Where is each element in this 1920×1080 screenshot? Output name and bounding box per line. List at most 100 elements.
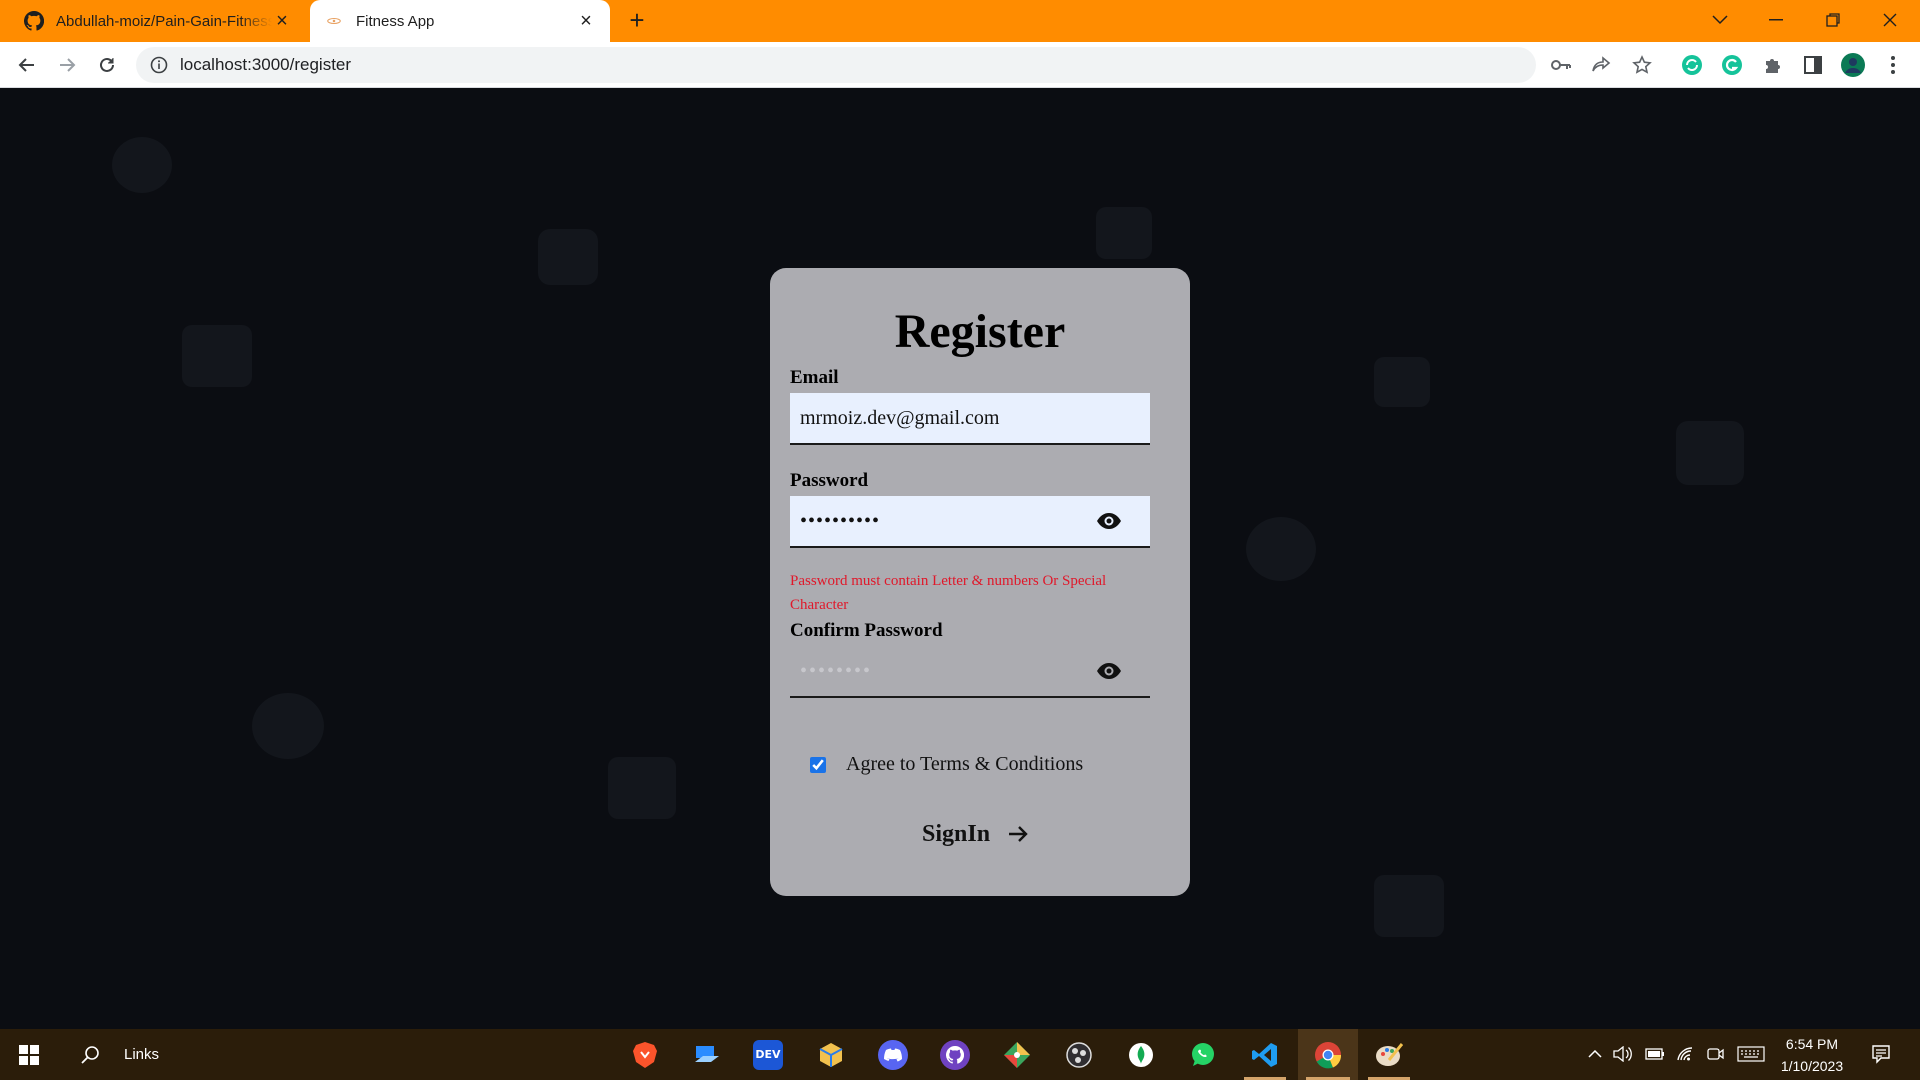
show-confirm-password-eye-icon[interactable] <box>1096 660 1122 682</box>
background-bubble <box>1246 517 1316 581</box>
arrow-right-icon <box>1009 826 1028 842</box>
back-icon[interactable] <box>12 50 42 80</box>
clock-date: 1/10/2023 <box>1780 1058 1844 1074</box>
taskbar-clock[interactable]: 6:54 PM 1/10/2023 <box>1772 1033 1852 1077</box>
obs-app[interactable] <box>1050 1029 1108 1080</box>
obs-icon <box>1064 1040 1094 1070</box>
tab-title: Abdullah-moiz/Pain-Gain-Fitness <box>56 12 272 30</box>
volume-icon[interactable] <box>1612 1043 1634 1065</box>
new-tab-icon[interactable]: + <box>624 7 650 34</box>
restore-icon[interactable] <box>1805 0 1861 40</box>
paint-app[interactable] <box>1360 1029 1418 1080</box>
mongodb-compass-icon <box>1126 1040 1156 1070</box>
wifi-icon[interactable] <box>1674 1043 1696 1065</box>
vscode-app[interactable] <box>1236 1029 1294 1080</box>
git-kraken-app[interactable] <box>988 1029 1046 1080</box>
tab-github[interactable]: Abdullah-moiz/Pain-Gain-Fitness × <box>10 0 306 42</box>
agree-terms-checkbox[interactable] <box>810 757 826 773</box>
register-card: Register Email Password Password must co… <box>770 268 1190 896</box>
password-error-message: Password must contain Letter & numbers O… <box>790 573 1107 613</box>
close-tab-icon[interactable]: × <box>576 10 596 32</box>
background-bubble <box>1096 207 1152 259</box>
windows-taskbar: Links DEV 6:54 PM 1/10/2023 <box>0 1029 1920 1080</box>
brave-app[interactable] <box>616 1029 674 1080</box>
background-bubble <box>1374 875 1444 937</box>
chrome-icon <box>1313 1040 1343 1070</box>
email-label: Email <box>790 367 839 388</box>
discord-app[interactable] <box>864 1029 922 1080</box>
minimize-icon[interactable] <box>1748 0 1804 40</box>
agree-terms-label: Agree to Terms & Conditions <box>846 753 1084 775</box>
cube-app[interactable] <box>802 1029 860 1080</box>
confirm-password-label: Confirm Password <box>790 620 943 641</box>
show-hidden-icons-icon[interactable] <box>1584 1043 1606 1065</box>
tab-fitness-app[interactable]: Fitness App × <box>310 0 610 42</box>
discord-icon <box>878 1039 908 1070</box>
background-bubble <box>1374 357 1430 407</box>
background-bubble <box>112 137 172 193</box>
notifications-icon[interactable] <box>1870 1043 1892 1065</box>
search-button[interactable] <box>70 1029 110 1080</box>
extensions-puzzle-icon[interactable] <box>1760 52 1786 78</box>
tab-title: Fitness App <box>356 12 435 30</box>
email-field-wrapper <box>790 393 1150 445</box>
browser-tab-strip: Abdullah-moiz/Pain-Gain-Fitness × Fitnes… <box>0 0 1920 42</box>
vscode-icon <box>1250 1040 1280 1070</box>
clock-time: 6:54 PM <box>1785 1036 1839 1052</box>
tab-search-icon[interactable] <box>1692 0 1748 40</box>
whatsapp-icon <box>1188 1040 1218 1070</box>
taskbar-links-label[interactable]: Links <box>124 1029 159 1080</box>
cube-app-icon <box>816 1040 846 1070</box>
file-explorer-icon <box>692 1040 722 1070</box>
mongodb-compass-app[interactable] <box>1112 1029 1170 1080</box>
share-icon[interactable] <box>1588 52 1614 78</box>
react-icon <box>324 11 344 31</box>
windows-logo-icon <box>19 1044 39 1065</box>
dev-icon-text: DEV <box>755 1048 781 1061</box>
whatsapp-app[interactable] <box>1174 1029 1232 1080</box>
dev-community-app[interactable]: DEV <box>739 1029 797 1080</box>
brave-icon <box>630 1040 660 1070</box>
confirm-password-field-wrapper <box>790 646 1150 698</box>
meet-now-icon[interactable] <box>1704 1043 1726 1065</box>
email-field[interactable] <box>790 393 1150 443</box>
file-explorer-app[interactable] <box>678 1029 736 1080</box>
more-menu-icon[interactable] <box>1880 52 1906 78</box>
chrome-app[interactable] <box>1298 1029 1358 1080</box>
reload-icon[interactable] <box>92 50 122 80</box>
password-label: Password <box>790 470 869 491</box>
github-desktop-icon <box>940 1039 970 1070</box>
site-info-icon[interactable] <box>150 56 168 74</box>
background-bubble <box>1676 421 1744 485</box>
close-tab-icon[interactable]: × <box>272 10 292 32</box>
search-icon <box>81 1045 99 1064</box>
dev-community-icon: DEV <box>753 1039 783 1070</box>
signin-button[interactable]: SignIn <box>922 814 1030 854</box>
address-bar[interactable]: localhost:3000/register <box>136 47 1536 83</box>
git-kraken-icon <box>1002 1040 1032 1070</box>
github-icon <box>24 11 44 31</box>
sync-extension-icon[interactable] <box>1679 52 1705 78</box>
github-desktop-app[interactable] <box>926 1029 984 1080</box>
forward-icon[interactable] <box>52 50 82 80</box>
page-viewport: Register Email Password Password must co… <box>0 89 1920 1029</box>
profile-avatar-icon[interactable] <box>1840 52 1866 78</box>
side-panel-icon[interactable] <box>1800 52 1826 78</box>
touch-keyboard-icon[interactable] <box>1736 1043 1766 1065</box>
show-password-eye-icon[interactable] <box>1096 510 1122 532</box>
password-field-wrapper <box>790 496 1150 548</box>
browser-toolbar: localhost:3000/register <box>0 42 1920 88</box>
page-title: Register <box>894 305 1066 358</box>
background-bubble <box>182 325 252 387</box>
bookmark-star-icon[interactable] <box>1629 52 1655 78</box>
background-bubble <box>538 229 598 285</box>
paint-icon <box>1374 1040 1404 1070</box>
grammarly-icon[interactable] <box>1719 52 1745 78</box>
battery-icon[interactable] <box>1644 1043 1666 1065</box>
start-button[interactable] <box>0 1029 58 1080</box>
password-key-icon[interactable] <box>1548 52 1574 78</box>
background-bubble <box>608 757 676 819</box>
signin-button-label: SignIn <box>922 820 991 847</box>
url-text: localhost:3000/register <box>180 55 352 74</box>
close-window-icon[interactable] <box>1862 0 1918 40</box>
